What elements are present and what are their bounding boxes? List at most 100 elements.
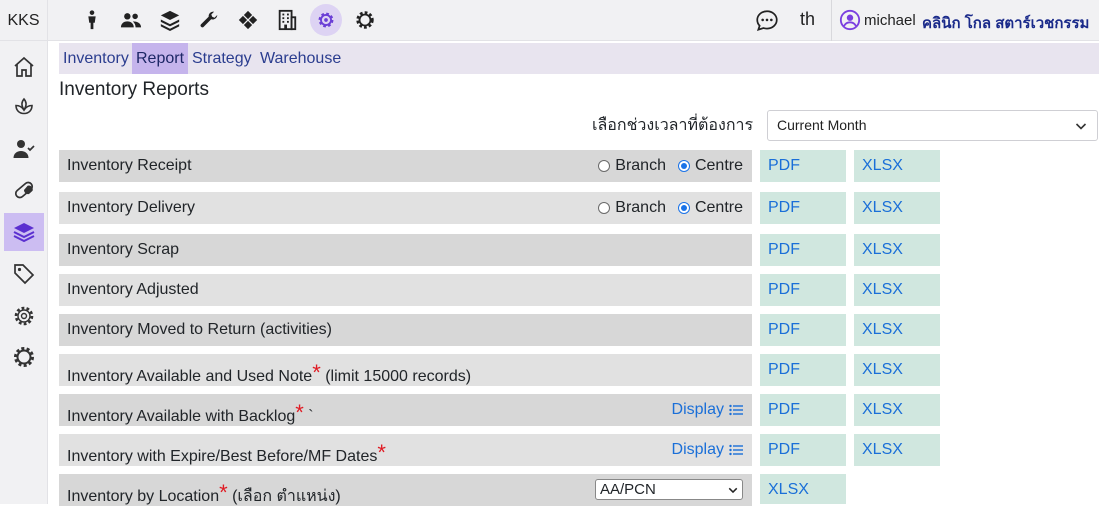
radio-button[interactable] bbox=[598, 202, 611, 214]
home-icon[interactable] bbox=[4, 48, 44, 86]
radio-button[interactable] bbox=[677, 160, 690, 172]
cog-icon[interactable] bbox=[4, 338, 44, 376]
pdf-button[interactable]: PDF bbox=[760, 394, 846, 426]
report-row-scrap: Inventory Scrap bbox=[59, 234, 752, 266]
report-label: Inventory Available and Used Note* (limi… bbox=[67, 360, 472, 387]
settings-icon[interactable] bbox=[4, 297, 44, 335]
xlsx-button[interactable]: XLSX bbox=[854, 192, 940, 224]
top-navbar: KKS th michael คลินิก โกล สตาร์เวชกรรม bbox=[0, 0, 1099, 41]
report-label: Inventory Available with Backlog* ` bbox=[67, 400, 314, 427]
chat-icon[interactable] bbox=[754, 8, 780, 34]
period-label: เลือกช่วงเวลาที่ต้องการ bbox=[592, 117, 754, 134]
report-label: Inventory Receipt bbox=[67, 157, 192, 174]
gear-active-icon[interactable] bbox=[310, 4, 342, 36]
required-star: * bbox=[312, 360, 321, 385]
xlsx-button[interactable]: XLSX bbox=[854, 274, 940, 306]
report-label-text: Inventory Available with Backlog bbox=[67, 408, 296, 425]
tab-warehouse[interactable]: Warehouse bbox=[256, 43, 345, 74]
required-star: * bbox=[219, 480, 228, 505]
pdf-button[interactable]: PDF bbox=[760, 434, 846, 466]
report-row-by-location: Inventory by Location* (เลือก ตำแหน่ง) A… bbox=[59, 474, 752, 506]
report-label-text: Inventory Available and Used Note bbox=[67, 368, 313, 385]
radio-label: Centre bbox=[694, 199, 743, 216]
xlsx-button[interactable]: XLSX bbox=[854, 394, 940, 426]
radio-label: Branch bbox=[615, 157, 666, 174]
radio-button[interactable] bbox=[598, 160, 611, 172]
report-label: Inventory Scrap bbox=[67, 241, 180, 258]
report-row-receipt: Inventory Receipt Branch Centre bbox=[59, 150, 752, 182]
gear-icon[interactable] bbox=[349, 4, 381, 36]
radio-centre[interactable]: Centre bbox=[677, 199, 743, 217]
chevron-down-icon bbox=[1075, 123, 1087, 130]
radio-branch[interactable]: Branch bbox=[598, 199, 666, 217]
xlsx-button[interactable]: XLSX bbox=[760, 474, 846, 504]
required-star: * bbox=[377, 440, 386, 465]
user-divider bbox=[831, 0, 832, 41]
pdf-button[interactable]: PDF bbox=[760, 234, 846, 266]
layers-icon[interactable] bbox=[154, 4, 186, 36]
layers-active-icon[interactable] bbox=[4, 213, 44, 251]
period-select[interactable]: Current Month bbox=[767, 110, 1098, 141]
report-label-note: (limit 15000 records) bbox=[320, 368, 472, 385]
report-label: Inventory Adjusted bbox=[67, 281, 199, 298]
radio-button[interactable] bbox=[677, 202, 690, 214]
tag-icon[interactable] bbox=[4, 255, 44, 293]
xlsx-button[interactable]: XLSX bbox=[854, 150, 940, 182]
pdf-button[interactable]: PDF bbox=[760, 192, 846, 224]
scope-radio-group: Branch Centre bbox=[586, 199, 743, 217]
location-select[interactable]: AA/PCN bbox=[595, 479, 743, 500]
pill-icon[interactable] bbox=[4, 171, 44, 209]
xlsx-button[interactable]: XLSX bbox=[854, 354, 940, 386]
wrench-icon[interactable] bbox=[193, 4, 225, 36]
person-icon[interactable] bbox=[76, 4, 108, 36]
report-label: Inventory with Expire/Best Before/MF Dat… bbox=[67, 440, 386, 467]
sidebar bbox=[0, 41, 48, 504]
report-label: Inventory by Location* (เลือก ตำแหน่ง) bbox=[67, 480, 341, 509]
building-icon[interactable] bbox=[271, 4, 303, 36]
radio-label: Branch bbox=[615, 199, 666, 216]
xlsx-button[interactable]: XLSX bbox=[854, 434, 940, 466]
xlsx-button[interactable]: XLSX bbox=[854, 314, 940, 346]
radio-branch[interactable]: Branch bbox=[598, 157, 666, 175]
display-link[interactable]: Display bbox=[672, 401, 744, 419]
report-row-delivery: Inventory Delivery Branch Centre bbox=[59, 192, 752, 224]
scope-radio-group: Branch Centre bbox=[586, 157, 743, 175]
tab-report[interactable]: Report bbox=[132, 43, 189, 74]
lotus-icon[interactable] bbox=[4, 89, 44, 127]
display-link-label: Display bbox=[671, 441, 724, 458]
pdf-button[interactable]: PDF bbox=[760, 274, 846, 306]
tab-strategy[interactable]: Strategy bbox=[188, 43, 256, 74]
radio-centre[interactable]: Centre bbox=[677, 157, 743, 175]
users-icon[interactable] bbox=[115, 4, 147, 36]
user-check-icon[interactable] bbox=[4, 130, 44, 168]
report-label-note: (เลือก ตำแหน่ง) bbox=[227, 488, 341, 505]
chevron-down-icon bbox=[728, 487, 738, 494]
username[interactable]: michael bbox=[864, 12, 916, 29]
tab-inventory[interactable]: Inventory bbox=[59, 43, 133, 74]
report-label: Inventory Delivery bbox=[67, 199, 196, 216]
language-switch[interactable]: th bbox=[800, 9, 815, 30]
location-select-value: AA/PCN bbox=[600, 481, 656, 498]
pdf-button[interactable]: PDF bbox=[760, 354, 846, 386]
xlsx-button[interactable]: XLSX bbox=[854, 234, 940, 266]
report-tabs: Inventory Report Strategy Warehouse bbox=[59, 43, 1099, 74]
report-label: Inventory Moved to Return (activities) bbox=[67, 321, 332, 338]
pdf-button[interactable]: PDF bbox=[760, 314, 846, 346]
user-avatar-icon[interactable] bbox=[839, 9, 861, 31]
report-row-expire-dates: Inventory with Expire/Best Before/MF Dat… bbox=[59, 434, 752, 466]
pdf-button[interactable]: PDF bbox=[760, 150, 846, 182]
display-link-label: Display bbox=[671, 401, 724, 418]
report-row-moved-to-return: Inventory Moved to Return (activities) bbox=[59, 314, 752, 346]
report-label-note: ` bbox=[303, 408, 314, 425]
clinic-name[interactable]: คลินิก โกล สตาร์เวชกรรม bbox=[922, 11, 1089, 35]
period-select-value: Current Month bbox=[777, 117, 867, 133]
report-row-available-used-note: Inventory Available and Used Note* (limi… bbox=[59, 354, 752, 386]
required-star: * bbox=[295, 400, 304, 425]
display-link[interactable]: Display bbox=[672, 441, 744, 459]
report-row-available-backlog: Inventory Available with Backlog* ` Disp… bbox=[59, 394, 752, 426]
brand-logo[interactable]: KKS bbox=[0, 0, 48, 41]
page-title: Inventory Reports bbox=[59, 79, 209, 100]
radio-label: Centre bbox=[694, 157, 743, 174]
diamond-icon[interactable] bbox=[232, 4, 264, 36]
list-icon bbox=[729, 404, 743, 416]
